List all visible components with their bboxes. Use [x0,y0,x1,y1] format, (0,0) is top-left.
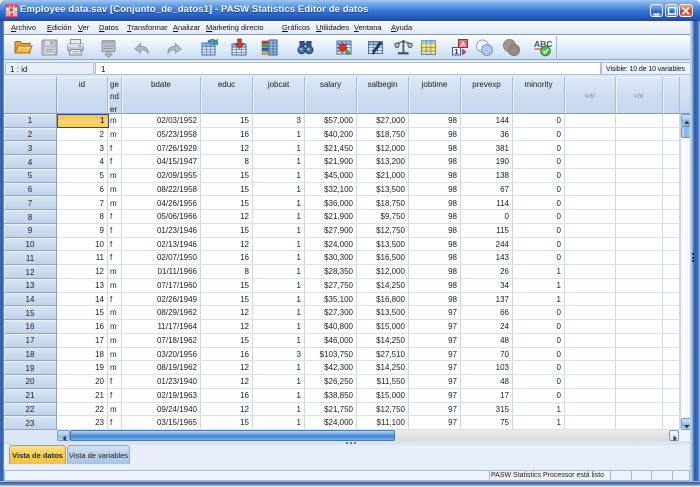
svg-text:1: 1 [454,46,458,55]
svg-text:A: A [460,39,466,48]
